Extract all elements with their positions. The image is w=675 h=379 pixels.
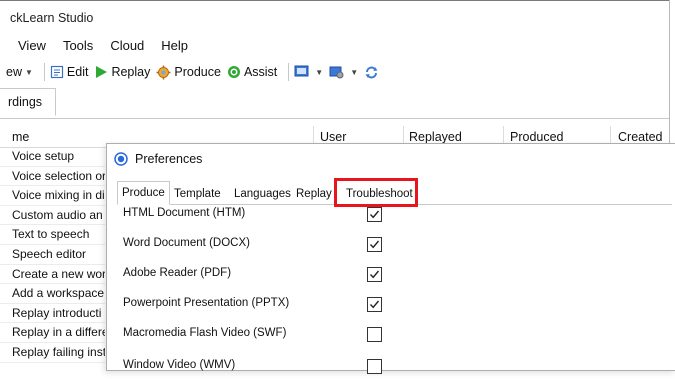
play-icon (96, 66, 108, 78)
option-pdf: Adobe Reader (PDF) (117, 267, 417, 287)
toolbar: ew ▼ Edit Replay Produce Assist ▼ ▼ (0, 59, 669, 85)
menu-cloud[interactable]: Cloud (110, 38, 144, 53)
menu-help[interactable]: Help (161, 38, 188, 53)
gear-icon (156, 65, 171, 79)
table-row[interactable]: Add a workspace (0, 284, 105, 304)
monitor-icon (294, 65, 309, 77)
checkmark-icon (369, 300, 380, 309)
tab-produce[interactable]: Produce (117, 181, 170, 205)
grid-rows: Voice setup Voice selection or Voice mix… (0, 147, 105, 363)
table-row[interactable]: Custom audio an (0, 206, 105, 226)
chevron-down-icon: ▼ (24, 67, 33, 77)
option-label: Window Video (WMV) (123, 359, 236, 371)
sync-button[interactable] (364, 65, 382, 80)
toolbar-separator (43, 63, 45, 81)
tab-replay[interactable]: Replay (292, 184, 336, 204)
dialog-title: Preferences (135, 151, 203, 166)
option-html: HTML Document (HTM) (117, 207, 417, 227)
column-header-created[interactable]: Created (618, 130, 662, 144)
menu-view[interactable]: View (18, 38, 46, 53)
column-header-produced[interactable]: Produced (510, 130, 564, 144)
app-title: ckLearn Studio (10, 11, 94, 25)
tab-template[interactable]: Template (170, 184, 225, 204)
option-checkbox[interactable] (367, 267, 382, 282)
option-label: Powerpoint Presentation (PPTX) (123, 297, 290, 309)
view-label: ew (6, 65, 22, 79)
option-label: Word Document (DOCX) (123, 237, 250, 249)
settings-icon (329, 66, 344, 79)
option-label: Macromedia Flash Video (SWF) (123, 327, 287, 339)
refresh-icon (365, 66, 378, 78)
option-checkbox[interactable] (367, 237, 382, 252)
edit-button[interactable]: Edit (50, 65, 89, 79)
app-logo-icon (114, 151, 128, 166)
view-button[interactable]: ew ▼ (6, 65, 33, 79)
tab-recordings[interactable]: rdings (0, 88, 56, 116)
table-row[interactable]: Create a new wor (0, 265, 105, 285)
toolbar-separator (288, 63, 290, 81)
table-row[interactable]: Voice selection or (0, 167, 105, 187)
edit-icon (50, 65, 64, 79)
table-row[interactable]: Text to speech (0, 225, 105, 245)
tab-recordings-label: rdings (8, 95, 43, 109)
assist-button[interactable]: Assist (227, 65, 277, 79)
option-docx: Word Document (DOCX) (117, 237, 417, 257)
tab-languages[interactable]: Languages (230, 184, 295, 204)
menu-tools[interactable]: Tools (63, 38, 93, 53)
column-header-replayed[interactable]: Replayed (409, 130, 462, 144)
option-label: HTML Document (HTM) (123, 207, 246, 219)
checkmark-icon (369, 270, 380, 279)
table-row[interactable]: Replay introducti (0, 304, 105, 324)
chevron-down-icon: ▼ (315, 67, 324, 77)
table-row[interactable]: Replay in a differe (0, 323, 105, 343)
title-bar: ckLearn Studio (0, 4, 669, 32)
chevron-down-icon: ▼ (350, 67, 359, 77)
table-row[interactable]: Replay failing inst (0, 343, 105, 363)
troubleshoot-tab-highlight (334, 178, 418, 207)
edit-label: Edit (66, 65, 89, 79)
option-checkbox[interactable] (367, 207, 382, 222)
option-checkbox[interactable] (367, 327, 382, 342)
checkmark-icon (369, 210, 380, 219)
replay-button[interactable]: Replay (94, 65, 150, 79)
checkmark-icon (369, 240, 380, 249)
dialog-title-bar: Preferences (107, 144, 675, 173)
produce-button[interactable]: Produce (156, 65, 221, 80)
option-checkbox[interactable] (367, 359, 382, 374)
option-label: Adobe Reader (PDF) (123, 267, 232, 279)
window-top-border (0, 0, 670, 1)
display-dropdown-button[interactable]: ▼ (294, 65, 323, 79)
option-wmv: Window Video (WMV) (117, 359, 417, 379)
settings-dropdown-button[interactable]: ▼ (329, 65, 358, 79)
table-row[interactable]: Voice mixing in di (0, 186, 105, 206)
produce-label: Produce (174, 65, 221, 79)
assist-icon (227, 66, 240, 78)
option-swf: Macromedia Flash Video (SWF) (117, 327, 417, 347)
column-header-name[interactable]: me (12, 130, 29, 144)
replay-label: Replay (111, 65, 151, 79)
table-row[interactable]: Voice setup (0, 147, 105, 167)
menu-bar: View Tools Cloud Help (0, 34, 669, 56)
option-checkbox[interactable] (367, 297, 382, 312)
table-row[interactable]: Speech editor (0, 245, 105, 265)
column-header-user[interactable]: User (320, 130, 346, 144)
assist-label: Assist (243, 65, 278, 79)
option-pptx: Powerpoint Presentation (PPTX) (117, 297, 417, 317)
main-tab-strip: rdings (0, 86, 669, 119)
